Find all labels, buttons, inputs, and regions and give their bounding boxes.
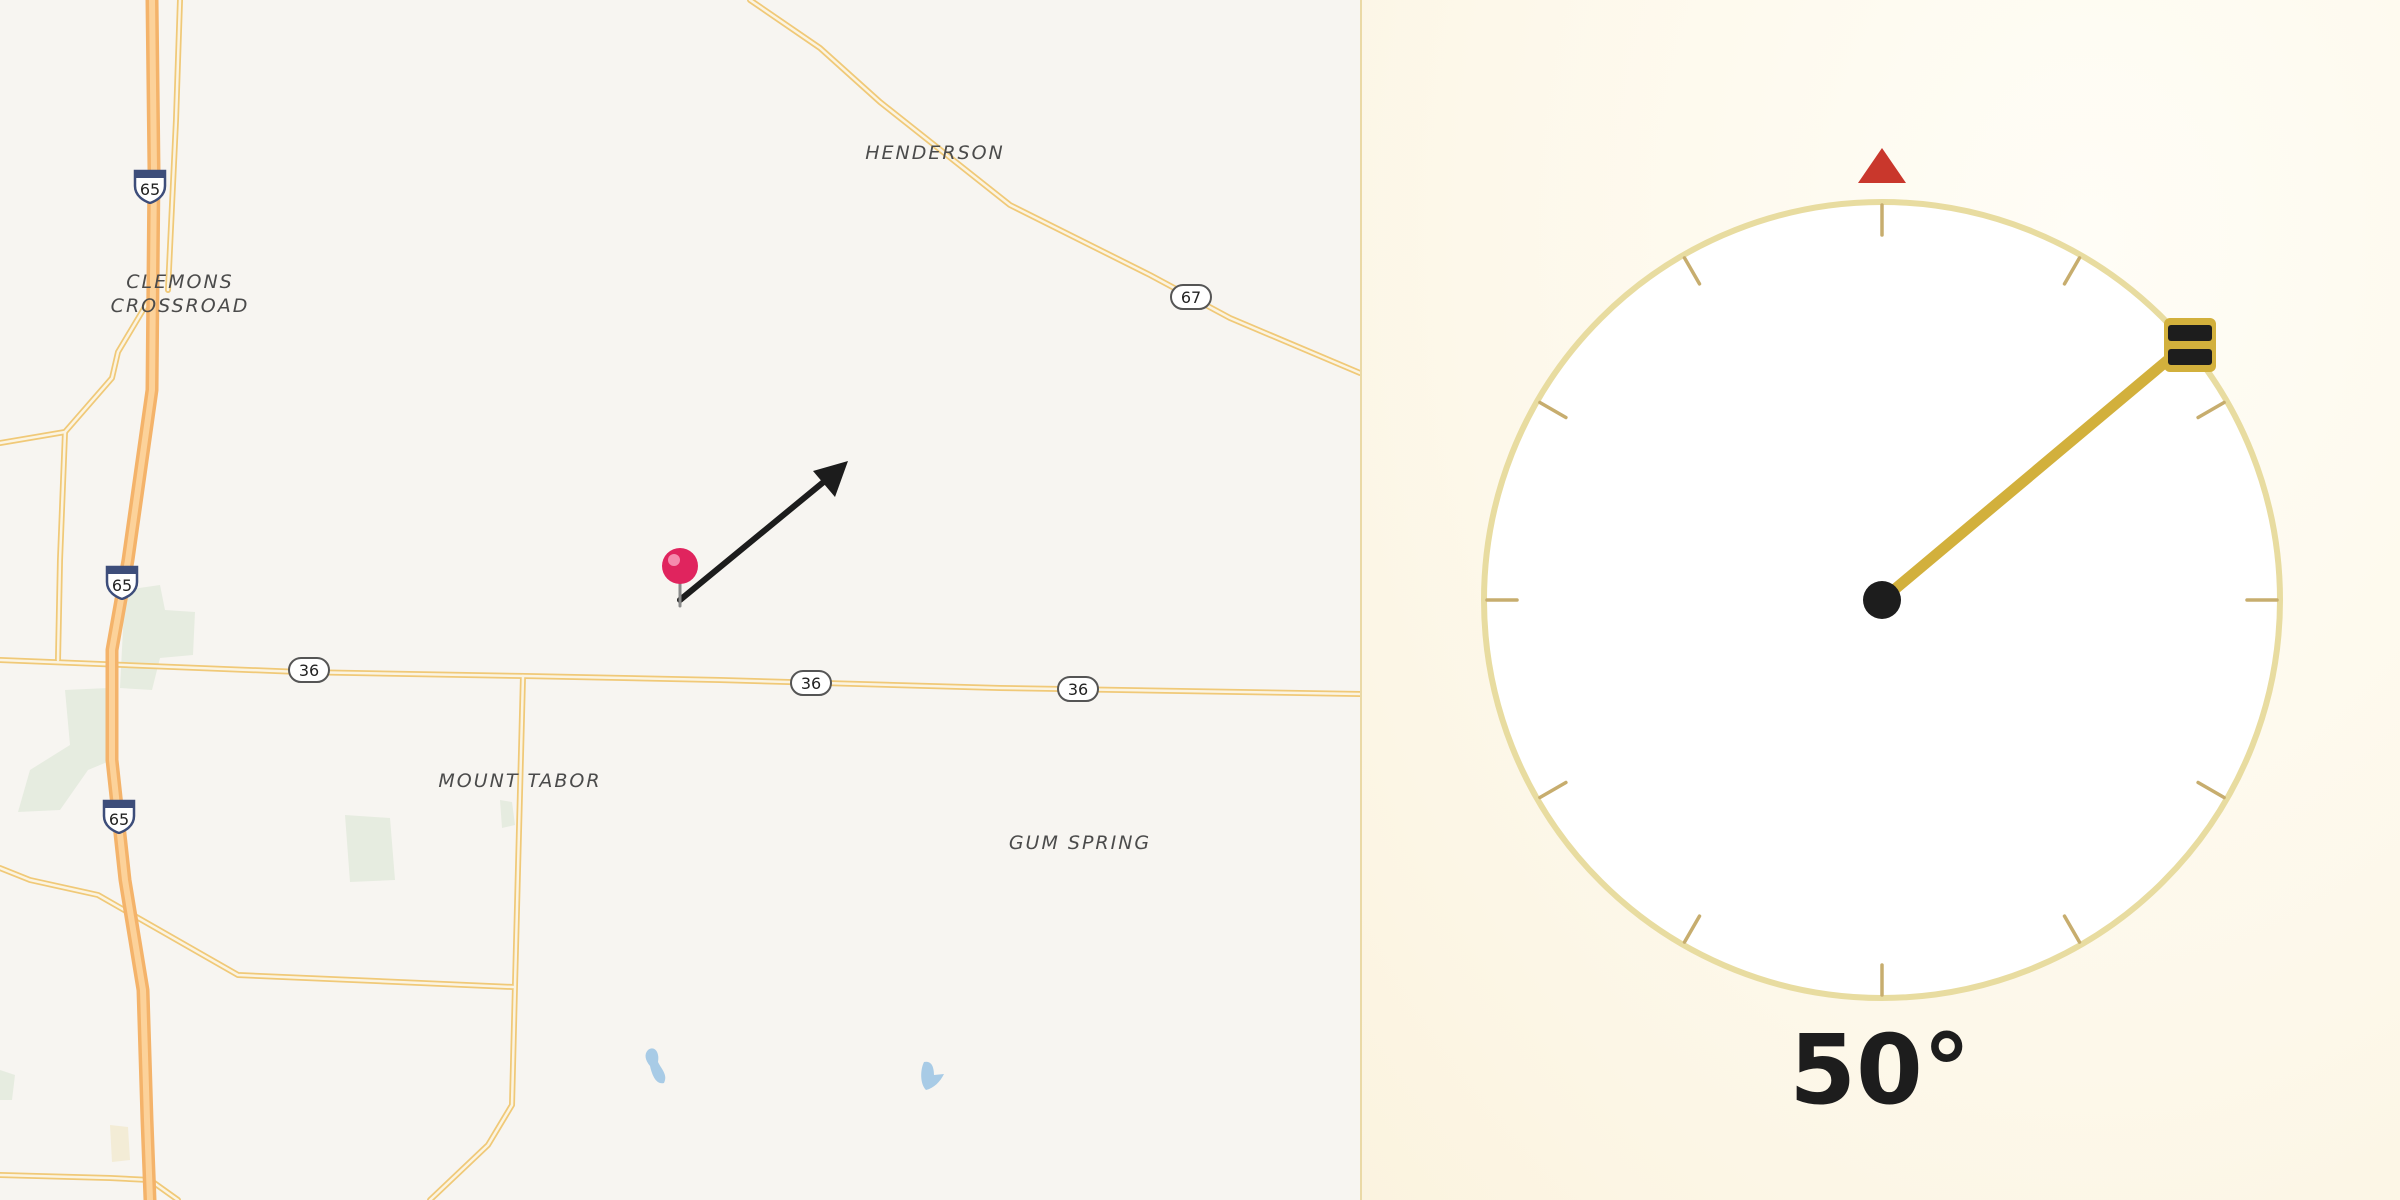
bearing-handle[interactable]	[2164, 318, 2216, 372]
compass-dial	[1481, 148, 2283, 1001]
compass-center-dot	[1863, 581, 1901, 619]
map-view[interactable]: 65 65 65 36 36 36 67 CLEMONS CROSSROAD H…	[0, 0, 1360, 1200]
bearing-readout: 50°	[1789, 1014, 1971, 1126]
map-compass-app: 65 65 65 36 36 36 67 CLEMONS CROSSROAD H…	[0, 0, 2400, 1200]
location-pin-icon[interactable]	[656, 542, 704, 612]
north-marker-icon	[1858, 148, 1906, 183]
